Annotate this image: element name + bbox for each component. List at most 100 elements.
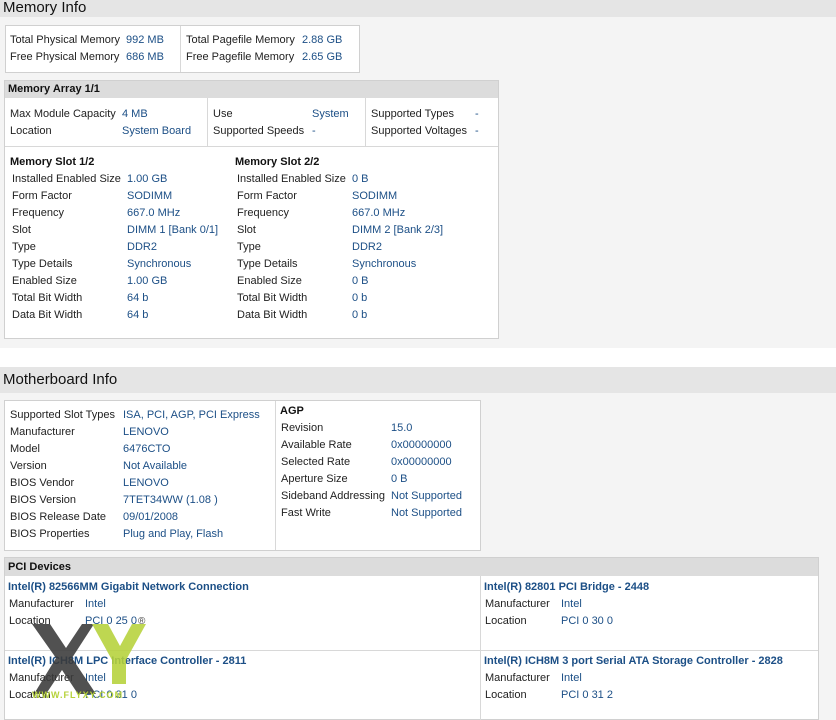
pci-manufacturer-value: Intel (561, 598, 582, 610)
supported-voltages-label: Supported Voltages (371, 125, 468, 137)
agp-sideband-value: Not Supported (391, 490, 462, 502)
bios-release-date-value: 09/01/2008 (123, 511, 179, 523)
slot1-form-factor-value: SODIMM (127, 190, 173, 202)
pci-location-label: Location (485, 615, 527, 627)
memory-array-title: Memory Array 1/1 (5, 81, 498, 98)
memory-slot-2-title: Memory Slot 2/2 (235, 156, 320, 168)
mb-manufacturer-label: Manufacturer (10, 426, 75, 438)
bios-release-date-label: BIOS Release Date (10, 511, 106, 523)
slot1-slot-value: DIMM 1 [Bank 0/1] (127, 224, 219, 236)
supported-speeds-label: Supported Speeds (213, 125, 305, 137)
registered-mark: ® (138, 616, 146, 627)
pci-manufacturer-label: Manufacturer (485, 598, 550, 610)
motherboard-info-header: Motherboard Info (0, 367, 836, 393)
agp-fast-write-label: Fast Write (281, 507, 331, 519)
free-pagefile-value: 2.65 GB (302, 51, 343, 63)
pci-device-name: Intel(R) ICH8M 3 port Serial ATA Storage… (484, 655, 783, 667)
mb-model-label: Model (10, 443, 40, 455)
mb-model-value: 6476CTO (123, 443, 171, 455)
slot1-total-bit-width-label: Total Bit Width (12, 292, 83, 304)
supported-voltages-value: - (475, 125, 479, 137)
agp-selected-rate-label: Selected Rate (281, 456, 351, 468)
slot2-form-factor-label: Form Factor (237, 190, 297, 202)
supported-speeds-value: - (312, 125, 316, 137)
max-module-label: Max Module Capacity (10, 108, 116, 120)
slot1-installed-size-label: Installed Enabled Size (12, 173, 121, 185)
slot1-frequency-value: 667.0 MHz (127, 207, 181, 219)
mb-manufacturer-value: LENOVO (123, 426, 169, 438)
supported-slot-types-value: ISA, PCI, AGP, PCI Express (123, 409, 260, 421)
slot2-installed-size-label: Installed Enabled Size (237, 173, 346, 185)
pci-manufacturer-value: Intel (561, 672, 582, 684)
slot2-frequency-value: 667.0 MHz (352, 207, 406, 219)
pci-device-name: Intel(R) 82801 PCI Bridge - 2448 (484, 581, 650, 593)
agp-title: AGP (280, 405, 304, 417)
agp-sideband-label: Sideband Addressing (281, 490, 385, 502)
pci-device-name: Intel(R) 82566MM Gigabit Network Connect… (8, 581, 249, 593)
watermark-site-text: WWW.FLYXY.COM (32, 690, 124, 700)
slot1-total-bit-width-value: 64 b (127, 292, 149, 304)
free-physical-value: 686 MB (126, 51, 164, 63)
total-physical-value: 992 MB (126, 34, 164, 46)
agp-revision-value: 15.0 (391, 422, 413, 434)
total-physical-label: Total Physical Memory (10, 34, 121, 46)
slot1-slot-label: Slot (12, 224, 31, 236)
slot1-type-value: DDR2 (127, 241, 157, 253)
slot2-form-factor-value: SODIMM (352, 190, 398, 202)
memory-summary-box (5, 25, 360, 73)
supported-slot-types-label: Supported Slot Types (10, 409, 115, 421)
bios-vendor-value: LENOVO (123, 477, 169, 489)
bios-version-value: 7TET34WW (1.08 ) (123, 494, 218, 506)
slot2-installed-size-value: 0 B (352, 173, 369, 185)
slot1-installed-size-value: 1.00 GB (127, 173, 168, 185)
memory-info-header: Memory Info (0, 0, 836, 17)
use-label: Use (213, 108, 233, 120)
slot1-enabled-size-value: 1.00 GB (127, 275, 168, 287)
slot2-type-label: Type (237, 241, 261, 253)
slot1-enabled-size-label: Enabled Size (12, 275, 77, 287)
slot1-type-details-label: Type Details (12, 258, 73, 270)
mb-version-value: Not Available (123, 460, 188, 472)
bios-version-label: BIOS Version (10, 494, 77, 506)
pci-devices-title: PCI Devices (5, 558, 818, 576)
slot2-slot-value: DIMM 2 [Bank 2/3] (352, 224, 444, 236)
memory-slot-1-title: Memory Slot 1/2 (10, 156, 95, 168)
free-physical-label: Free Physical Memory (10, 51, 120, 63)
agp-aperture-size-value: 0 B (391, 473, 408, 485)
total-pagefile-value: 2.88 GB (302, 34, 343, 46)
slot2-total-bit-width-label: Total Bit Width (237, 292, 308, 304)
pci-location-value: PCI 0 31 2 (561, 689, 613, 701)
slot2-data-bit-width-label: Data Bit Width (237, 309, 308, 321)
mb-version-label: Version (10, 460, 47, 472)
array-location-value: System Board (122, 125, 192, 137)
slot1-data-bit-width-label: Data Bit Width (12, 309, 83, 321)
slot2-enabled-size-value: 0 B (352, 275, 369, 287)
free-pagefile-label: Free Pagefile Memory (186, 51, 295, 63)
total-pagefile-label: Total Pagefile Memory (186, 34, 295, 46)
array-location-label: Location (10, 125, 52, 137)
agp-selected-rate-value: 0x00000000 (391, 456, 452, 468)
slot2-total-bit-width-value: 0 b (352, 292, 368, 304)
agp-available-rate-value: 0x00000000 (391, 439, 452, 451)
supported-types-value: - (475, 108, 479, 120)
slot1-data-bit-width-value: 64 b (127, 309, 149, 321)
pci-location-label: Location (485, 689, 527, 701)
pci-manufacturer-label: Manufacturer (485, 672, 550, 684)
slot2-type-details-label: Type Details (237, 258, 298, 270)
agp-available-rate-label: Available Rate (281, 439, 352, 451)
slot2-frequency-label: Frequency (237, 207, 289, 219)
max-module-value: 4 MB (122, 108, 148, 120)
slot2-enabled-size-label: Enabled Size (237, 275, 302, 287)
supported-types-label: Supported Types (371, 108, 454, 120)
pci-manufacturer-value: Intel (85, 598, 106, 610)
agp-aperture-size-label: Aperture Size (281, 473, 348, 485)
slot1-frequency-label: Frequency (12, 207, 64, 219)
pci-location-value: PCI 0 30 0 (561, 615, 613, 627)
bios-vendor-label: BIOS Vendor (10, 477, 75, 489)
slot1-form-factor-label: Form Factor (12, 190, 72, 202)
agp-fast-write-value: Not Supported (391, 507, 462, 519)
slot2-slot-label: Slot (237, 224, 256, 236)
bios-properties-label: BIOS Properties (10, 528, 90, 540)
slot2-type-details-value: Synchronous (352, 258, 417, 270)
slot2-type-value: DDR2 (352, 241, 382, 253)
